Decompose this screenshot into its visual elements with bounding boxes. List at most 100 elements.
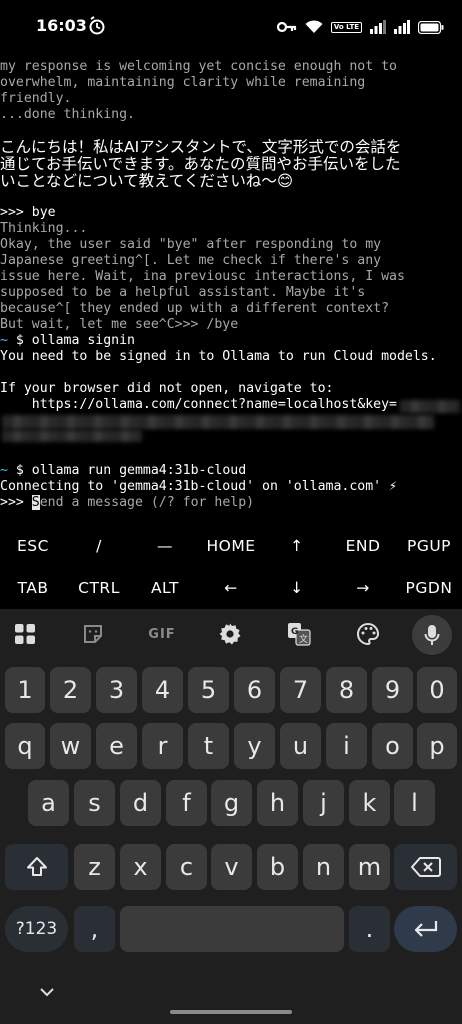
key-a[interactable]: a: [28, 780, 69, 826]
status-bar: 16:03 Vo LTE: [0, 0, 462, 52]
gesture-home-bar[interactable]: [170, 1010, 292, 1014]
terminal-line: my response is welcoming yet concise eno…: [0, 59, 397, 74]
terminal-text: But wait, let me see^C>>> /bye: [0, 317, 239, 332]
space-bar[interactable]: [120, 906, 344, 952]
enter-key[interactable]: [394, 906, 457, 952]
terminal-line: If your browser did not open, navigate t…: [0, 381, 334, 396]
end-key[interactable]: END: [330, 525, 396, 567]
key-x[interactable]: x: [120, 844, 161, 890]
key-z[interactable]: z: [74, 844, 115, 890]
shift-key[interactable]: [5, 844, 68, 890]
terminal-output[interactable]: my response is welcoming yet concise eno…: [0, 52, 462, 520]
tab-key[interactable]: TAB: [0, 567, 66, 609]
redacted-key: [400, 400, 460, 413]
prompt-tilde: ~: [0, 463, 8, 478]
key-c[interactable]: c: [166, 844, 207, 890]
signal-icon: [370, 20, 386, 34]
key-2[interactable]: 2: [50, 667, 91, 713]
key-w[interactable]: w: [50, 723, 91, 769]
settings-gear-icon[interactable]: [214, 618, 246, 650]
key-s[interactable]: s: [74, 780, 115, 826]
extra-keys-bar: ESC / — HOME ↑ END PGUP TAB CTRL ALT ← ↓…: [0, 523, 462, 609]
redacted-key: [2, 430, 142, 442]
key-q[interactable]: q: [5, 723, 45, 769]
sticker-icon[interactable]: [77, 618, 109, 650]
key-l[interactable]: l: [394, 780, 435, 826]
key-1[interactable]: 1: [5, 667, 45, 713]
backspace-key[interactable]: [394, 844, 457, 890]
key-0[interactable]: 0: [417, 667, 457, 713]
terminal-line: You need to be signed in to Ollama to ru…: [0, 349, 437, 364]
soft-keyboard: GIF G文 1 2 3 4 5 6 7 8 9 0 q w e r t y u…: [0, 609, 462, 1024]
shift-icon: [26, 857, 47, 876]
enter-icon: [414, 921, 437, 937]
terminal-line: because^[ they ended up with a different…: [0, 301, 390, 316]
right-arrow-key[interactable]: →: [330, 567, 396, 609]
apps-grid-icon[interactable]: [9, 618, 41, 650]
wifi-icon: [305, 20, 323, 33]
svg-text:文: 文: [299, 633, 308, 645]
key-t[interactable]: t: [188, 723, 229, 769]
pgdn-key[interactable]: PGDN: [396, 567, 462, 609]
up-arrow-key[interactable]: ↑: [264, 525, 330, 567]
down-arrow-key[interactable]: ↓: [264, 567, 330, 609]
key-b[interactable]: b: [257, 844, 298, 890]
terminal-line: https://ollama.com/connect?name=localhos…: [0, 397, 397, 412]
terminal-line: friendly.: [0, 91, 72, 106]
key-k[interactable]: k: [349, 780, 390, 826]
key-e[interactable]: e: [96, 723, 137, 769]
key-m[interactable]: m: [349, 844, 390, 890]
gif-icon[interactable]: GIF: [146, 618, 178, 650]
key-7[interactable]: 7: [280, 667, 321, 713]
key-f[interactable]: f: [166, 780, 207, 826]
terminal-command: $ ollama signin: [7, 333, 135, 348]
key-j[interactable]: j: [303, 780, 344, 826]
key-o[interactable]: o: [372, 723, 413, 769]
comma-key[interactable]: ,: [74, 906, 115, 952]
esc-key[interactable]: ESC: [0, 525, 66, 567]
terminal-line: Okay, the user said "bye" after respondi…: [0, 237, 382, 252]
pgup-key[interactable]: PGUP: [396, 525, 462, 567]
terminal-line: issue here. Wait, ina previousc interact…: [0, 269, 405, 284]
keyboard-collapse-icon[interactable]: [38, 985, 56, 999]
redacted-key: [2, 415, 434, 429]
terminal-line: ~ $ ollama signin: [0, 332, 135, 349]
key-v[interactable]: v: [211, 844, 252, 890]
key-p[interactable]: p: [417, 723, 457, 769]
key-u[interactable]: u: [280, 723, 321, 769]
dash-key[interactable]: —: [132, 525, 198, 567]
symbols-key[interactable]: ?123: [5, 906, 68, 952]
key-r[interactable]: r: [142, 723, 183, 769]
key-8[interactable]: 8: [326, 667, 367, 713]
key-9[interactable]: 9: [372, 667, 413, 713]
alt-key[interactable]: ALT: [132, 567, 198, 609]
key-6[interactable]: 6: [234, 667, 275, 713]
key-3[interactable]: 3: [96, 667, 137, 713]
key-i[interactable]: i: [326, 723, 367, 769]
key-h[interactable]: h: [257, 780, 298, 826]
slash-key[interactable]: /: [66, 525, 132, 567]
terminal-input-line[interactable]: >>> Send a message (/? for help): [0, 494, 254, 511]
home-key[interactable]: HOME: [198, 525, 264, 567]
period-key[interactable]: .: [349, 906, 390, 952]
status-time: 16:03: [36, 16, 87, 35]
left-arrow-key[interactable]: ←: [198, 567, 264, 609]
key-d[interactable]: d: [120, 780, 161, 826]
key-4[interactable]: 4: [142, 667, 183, 713]
ctrl-key[interactable]: CTRL: [66, 567, 132, 609]
microphone-icon[interactable]: [412, 615, 452, 655]
terminal-line: 通じてお手伝いできます。あなたの質問やお手伝いをした: [0, 155, 401, 173]
translate-icon[interactable]: G文: [283, 618, 315, 650]
key-g[interactable]: g: [211, 780, 252, 826]
terminal-line: But wait, let me see^C>>> /bye: [0, 316, 238, 333]
terminal-command: $ ollama run gemma4:31b-cloud: [7, 463, 247, 478]
key-5[interactable]: 5: [188, 667, 229, 713]
signal-icon: [394, 20, 410, 34]
terminal-cursor: S: [31, 495, 40, 510]
terminal-line: ...done thinking.: [0, 107, 135, 122]
terminal-line: overwhelm, maintaining clarity while rem…: [0, 75, 366, 90]
palette-icon[interactable]: [352, 618, 384, 650]
key-y[interactable]: y: [234, 723, 275, 769]
terminal-line: Japanese greeting^[. Let me check if the…: [0, 253, 382, 268]
key-n[interactable]: n: [303, 844, 344, 890]
